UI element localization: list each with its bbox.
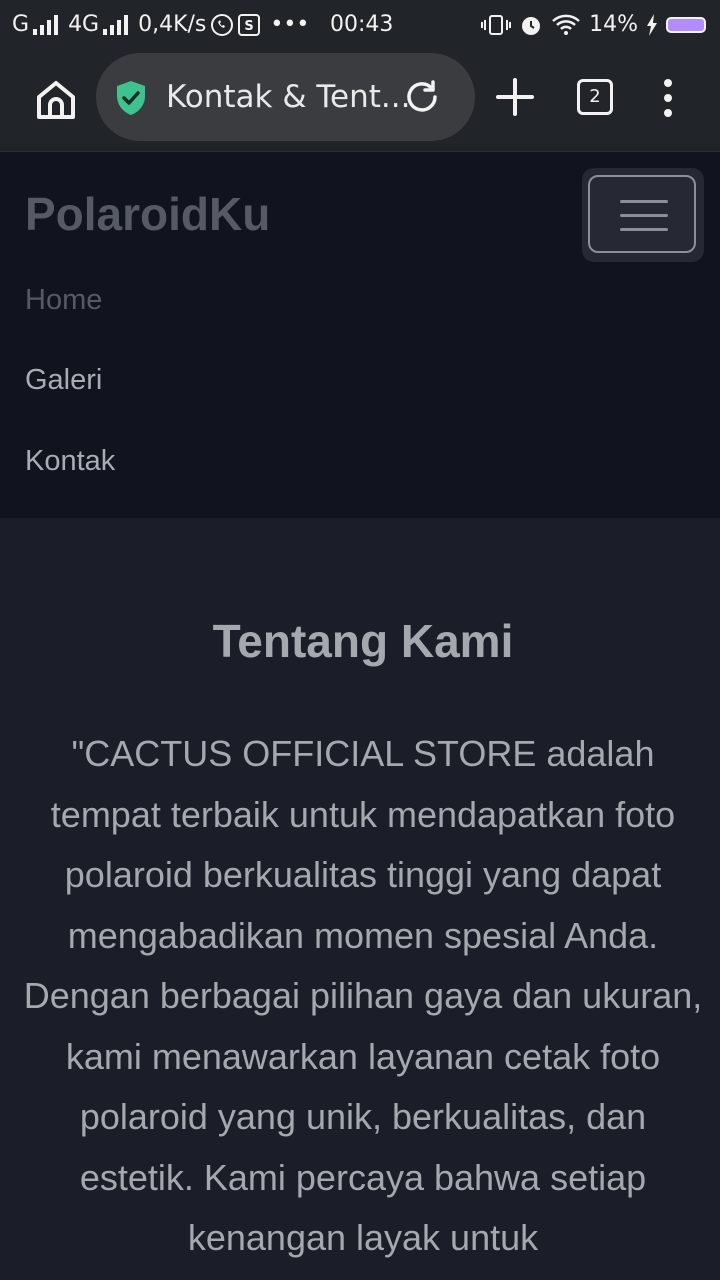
app-s-icon: S (238, 13, 261, 36)
nav-link-kontak[interactable]: Kontak (25, 445, 115, 478)
status-bar: G 4G 0,4K/s S ••• 00:43 14% (0, 0, 720, 50)
battery-percent: 14% (589, 12, 638, 37)
navbar-toggler-button[interactable] (582, 168, 704, 262)
wifi-icon (552, 14, 580, 35)
brand-logo[interactable]: PolaroidKu (25, 187, 270, 241)
status-left: G 4G 0,4K/s S ••• (12, 12, 309, 37)
whatsapp-icon (211, 13, 234, 36)
about-title: Tentang Kami (212, 615, 514, 667)
address-bar[interactable]: Kontak & Tent... (96, 53, 475, 141)
home-icon[interactable] (32, 76, 80, 124)
network-label-2: 4G (68, 12, 100, 37)
browser-toolbar: Kontak & Tent... 2 (0, 50, 720, 151)
about-description: "CACTUS OFFICIAL STORE adalah tempat ter… (23, 733, 703, 1258)
page-title-url[interactable]: Kontak & Tent... (166, 79, 411, 115)
alarm-icon (522, 16, 541, 35)
more-options-icon[interactable] (654, 78, 682, 118)
hamburger-icon (588, 175, 696, 253)
status-right: 14% (481, 12, 706, 37)
reload-icon[interactable] (404, 79, 440, 115)
site-navbar: PolaroidKu Home Galeri Kontak (0, 151, 720, 519)
charging-icon (647, 13, 657, 36)
svg-text:S: S (245, 19, 254, 34)
network-label-1: G (12, 12, 30, 37)
battery-icon (666, 16, 706, 33)
nav-link-home[interactable]: Home (25, 284, 102, 317)
signal-icon (103, 14, 129, 35)
network-speed: 0,4K/s (138, 12, 207, 37)
vibrate-icon (481, 14, 512, 35)
more-notifications-icon: ••• (270, 12, 310, 37)
new-tab-icon[interactable] (496, 78, 534, 116)
about-section: Tentang Kami "CACTUS OFFICIAL STORE adal… (0, 518, 720, 1280)
clock: 00:43 (330, 12, 394, 37)
shield-check-icon (117, 81, 145, 115)
signal-icon (33, 14, 59, 35)
nav-link-galeri[interactable]: Galeri (25, 364, 102, 397)
tab-switcher-button[interactable]: 2 (577, 79, 613, 115)
